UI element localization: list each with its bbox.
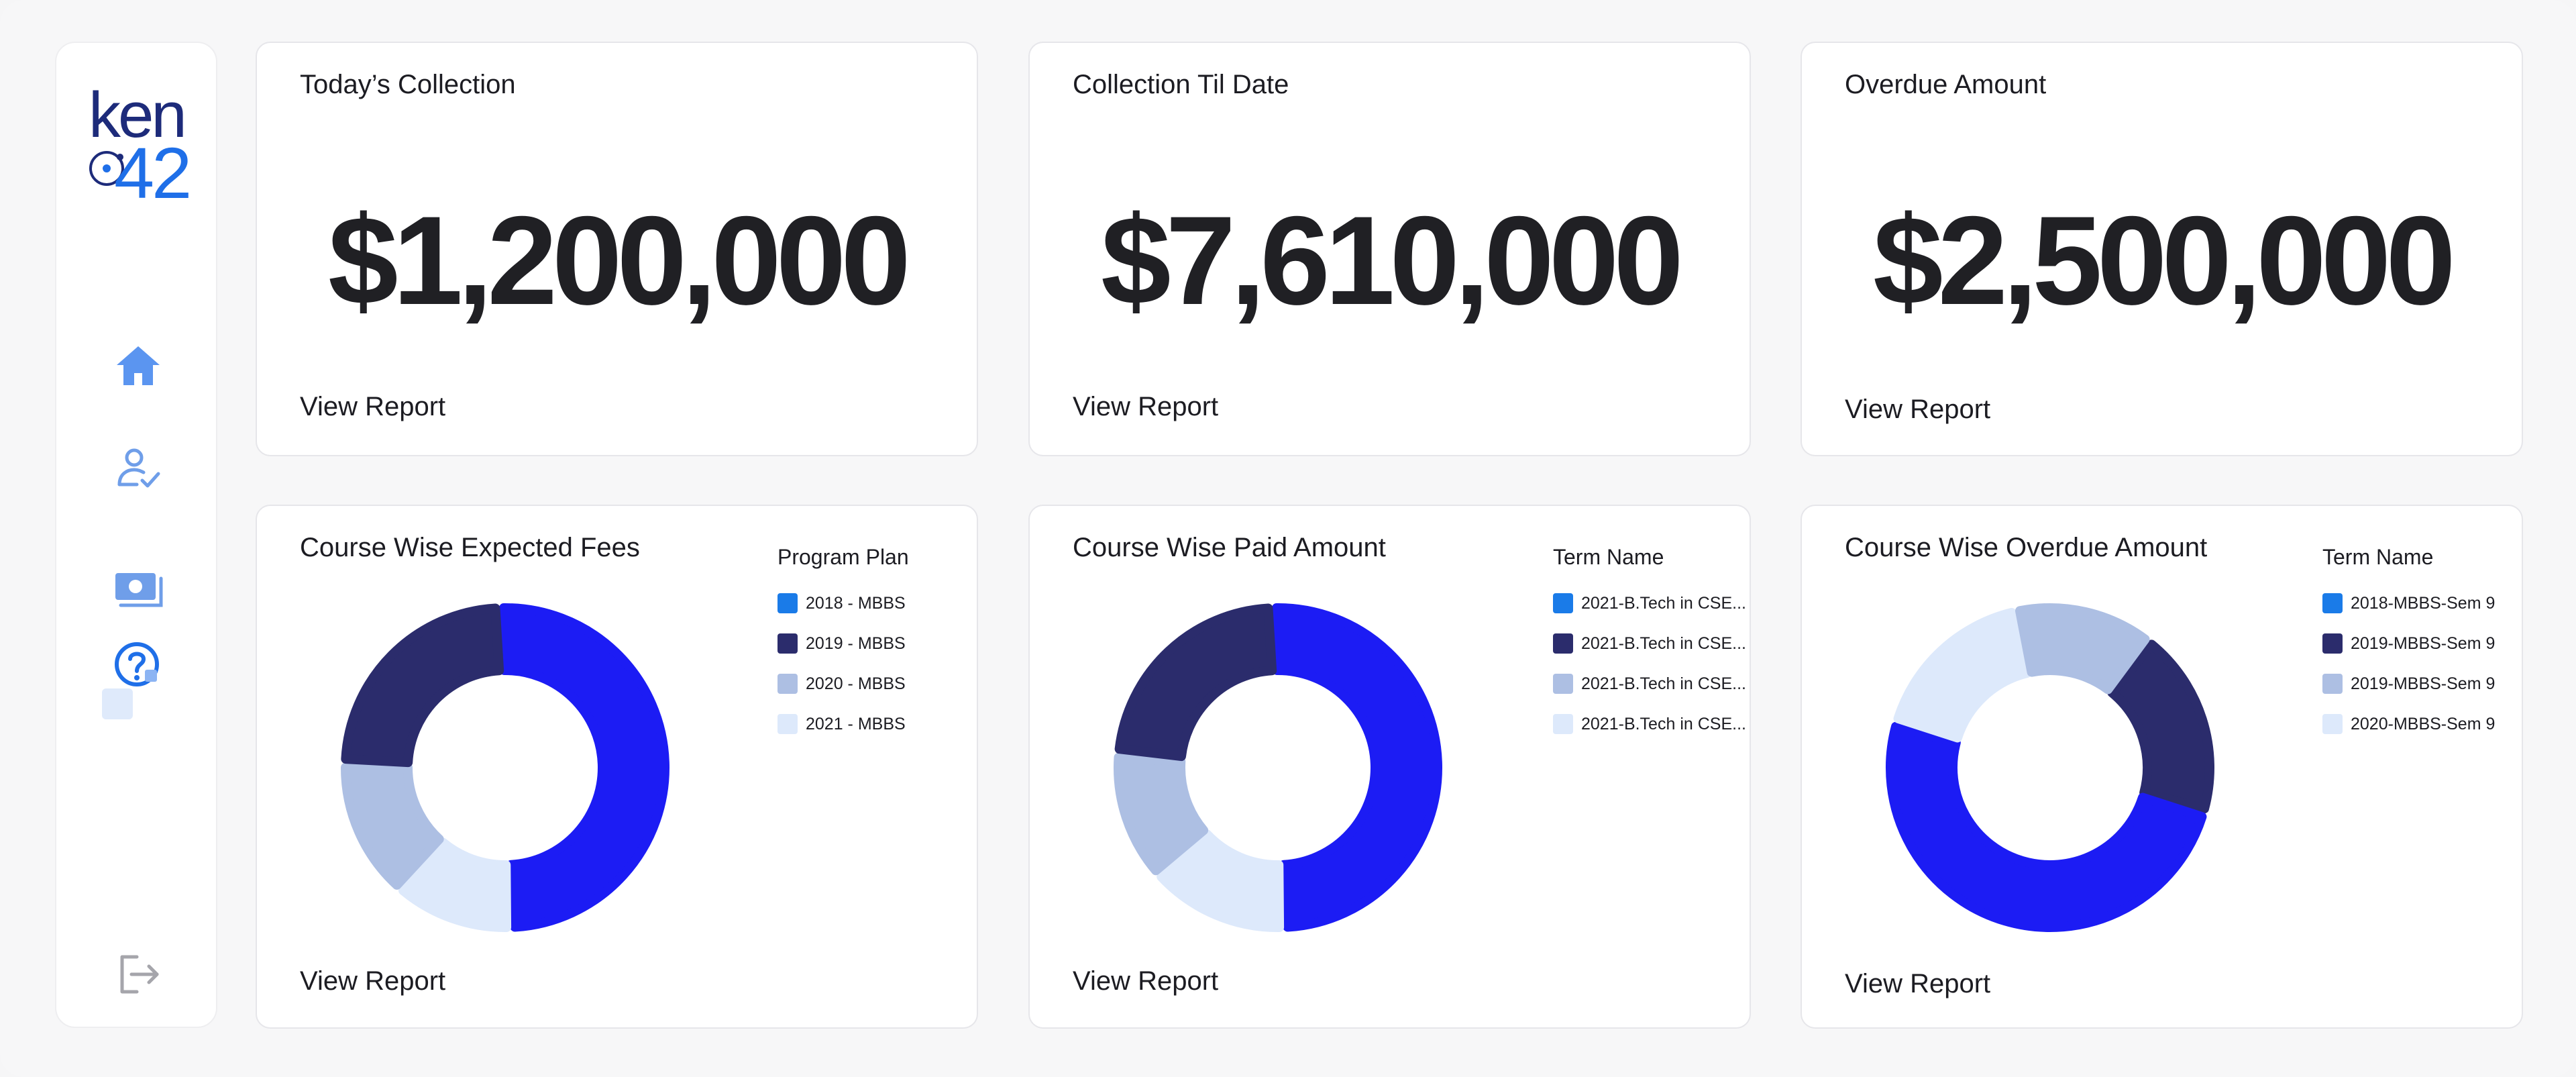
sidebar-item-user-verified[interactable]: [110, 440, 166, 497]
legend-swatch: [2322, 593, 2343, 613]
legend-title: Term Name: [2322, 545, 2434, 569]
overdue-amount-donut-chart: [1886, 603, 2214, 932]
legend-label: 2021-B.Tech in CSE...: [1581, 593, 1746, 613]
view-report-link[interactable]: View Report: [300, 392, 445, 422]
card-title: Course Wise Paid Amount: [1073, 533, 1386, 562]
expected-fees-legend: Program Plan 2018 - MBBS 2019 - MBBS 202…: [777, 545, 909, 744]
legend-label: 2018-MBBS-Sem 9: [2351, 593, 2496, 613]
collection-til-date-card: Collection Til Date $7,610,000 View Repo…: [1028, 42, 1751, 456]
view-report-link[interactable]: View Report: [1073, 966, 1218, 996]
legend-title: Program Plan: [777, 545, 909, 569]
app-frame: ken 42 Today’s Collection $1,200,000 Vie…: [0, 0, 2576, 1077]
legend-swatch: [777, 674, 798, 694]
card-title: Overdue Amount: [1845, 70, 2047, 99]
legend-item[interactable]: 2019 - MBBS: [777, 623, 909, 664]
legend-item[interactable]: 2018-MBBS-Sem 9: [2322, 583, 2495, 623]
legend-label: 2021-B.Tech in CSE...: [1581, 714, 1746, 733]
view-report-link[interactable]: View Report: [300, 966, 445, 996]
cash-icon: [115, 573, 163, 607]
legend-label: 2019-MBBS-Sem 9: [2351, 633, 2496, 653]
logo-text-42: 42: [114, 132, 192, 213]
legend-item[interactable]: 2021-B.Tech in CSE...: [1553, 583, 1746, 623]
legend-label: 2020 - MBBS: [806, 674, 906, 693]
legend-item[interactable]: 2020 - MBBS: [777, 664, 909, 704]
legend-item[interactable]: 2021 - MBBS: [777, 704, 909, 744]
paid-amount-card: Course Wise Paid Amount Term Name 2021-B…: [1028, 505, 1751, 1029]
overdue-amount-card: Overdue Amount $2,500,000 View Report: [1801, 42, 2523, 456]
legend-label: 2021-B.Tech in CSE...: [1581, 674, 1746, 693]
legend-label: 2018 - MBBS: [806, 593, 906, 613]
legend-label: 2019-MBBS-Sem 9: [2351, 674, 2496, 693]
legend-swatch: [1553, 633, 1573, 654]
home-icon: [117, 346, 160, 385]
logout-icon: [120, 955, 159, 994]
legend-swatch: [1553, 714, 1573, 734]
legend-swatch: [777, 714, 798, 734]
donut-slice-3[interactable]: [1114, 603, 1277, 762]
legend-swatch: [2322, 633, 2343, 654]
donut-slice-3[interactable]: [341, 603, 504, 768]
card-title: Collection Til Date: [1073, 70, 1289, 99]
expected-fees-card: Course Wise Expected Fees Program Plan 2…: [256, 505, 978, 1029]
user-check-icon: [117, 448, 160, 488]
expected-fees-donut-chart: [341, 603, 669, 932]
donut-slice-2[interactable]: [1893, 607, 2032, 743]
help-badge: [102, 688, 133, 719]
view-report-link[interactable]: View Report: [1073, 392, 1218, 422]
legend-item[interactable]: 2018 - MBBS: [777, 583, 909, 623]
legend-label: 2020-MBBS-Sem 9: [2351, 714, 2496, 733]
paid-amount-donut-chart: [1114, 603, 1442, 932]
legend-swatch: [1553, 674, 1573, 694]
card-title: Today’s Collection: [300, 70, 516, 99]
help-icon: [115, 642, 159, 686]
donut-slice-0[interactable]: [1271, 603, 1442, 932]
ken42-logo[interactable]: ken 42: [83, 83, 197, 238]
legend-title: Term Name: [1553, 545, 1664, 569]
collection-til-date-amount: $7,610,000: [1101, 190, 1684, 331]
legend-swatch: [777, 593, 798, 613]
card-title: Course Wise Overdue Amount: [1845, 533, 2208, 562]
view-report-link[interactable]: View Report: [1845, 969, 1990, 999]
legend-label: 2021 - MBBS: [806, 714, 906, 733]
paid-amount-legend: Term Name 2021-B.Tech in CSE... 2021-B.T…: [1553, 545, 1746, 744]
legend-item[interactable]: 2021-B.Tech in CSE...: [1553, 623, 1746, 664]
sidebar-item-help[interactable]: [110, 637, 166, 694]
legend-swatch: [2322, 674, 2343, 694]
sidebar-item-logout[interactable]: [110, 946, 166, 1003]
legend-swatch: [1553, 593, 1573, 613]
today-collection-card: Today’s Collection $1,200,000 View Repor…: [256, 42, 978, 456]
sidebar-item-home[interactable]: [110, 338, 166, 395]
overdue-amount-value: $2,500,000: [1873, 190, 2456, 331]
legend-item[interactable]: 2019-MBBS-Sem 9: [2322, 664, 2495, 704]
sidebar: ken 42: [55, 42, 217, 1028]
overdue-amount-chart-card: Course Wise Overdue Amount Term Name 201…: [1801, 505, 2523, 1029]
overdue-amount-legend: Term Name 2018-MBBS-Sem 9 2019-MBBS-Sem …: [2322, 545, 2495, 744]
legend-label: 2021-B.Tech in CSE...: [1581, 633, 1746, 653]
view-report-link[interactable]: View Report: [1845, 395, 1990, 425]
sidebar-item-payments[interactable]: [110, 561, 166, 617]
card-title: Course Wise Expected Fees: [300, 533, 640, 562]
legend-label: 2019 - MBBS: [806, 633, 906, 653]
today-collection-amount: $1,200,000: [328, 190, 911, 331]
donut-slice-0[interactable]: [498, 603, 669, 932]
legend-item[interactable]: 2021-B.Tech in CSE...: [1553, 664, 1746, 704]
legend-item[interactable]: 2021-B.Tech in CSE...: [1553, 704, 1746, 744]
legend-item[interactable]: 2020-MBBS-Sem 9: [2322, 704, 2495, 744]
legend-swatch: [777, 633, 798, 654]
legend-item[interactable]: 2019-MBBS-Sem 9: [2322, 623, 2495, 664]
legend-swatch: [2322, 714, 2343, 734]
